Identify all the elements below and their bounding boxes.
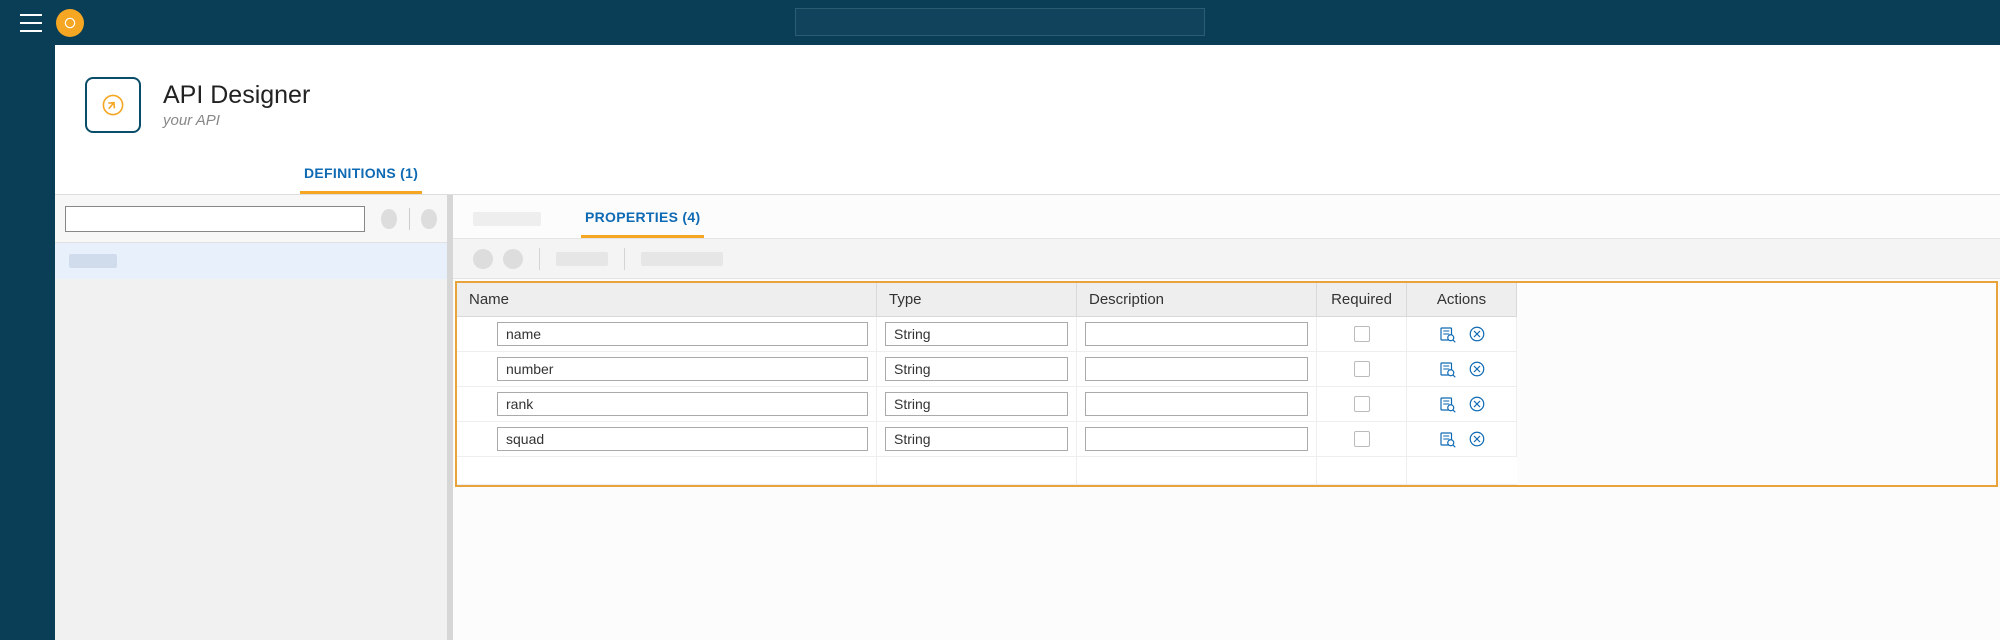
cell-name: [457, 422, 877, 457]
empty-cell: [1317, 457, 1407, 485]
property-name-input[interactable]: [497, 357, 868, 381]
cell-type: [877, 317, 1077, 352]
tab-definitions[interactable]: DEFINITIONS (1): [300, 155, 422, 194]
view-details-icon[interactable]: [1438, 430, 1456, 448]
cell-type: [877, 422, 1077, 457]
cell-description: [1077, 387, 1317, 422]
page-subtitle: your API: [163, 112, 310, 129]
page-title: API Designer: [163, 81, 310, 110]
divider: [624, 248, 625, 270]
divider: [539, 248, 540, 270]
required-checkbox[interactable]: [1354, 326, 1370, 342]
delete-icon[interactable]: [1468, 430, 1486, 448]
cell-type: [877, 387, 1077, 422]
cell-name: [457, 317, 877, 352]
property-description-input[interactable]: [1085, 322, 1308, 346]
definition-list-item[interactable]: [55, 243, 447, 279]
cell-type: [877, 352, 1077, 387]
property-name-input[interactable]: [497, 322, 868, 346]
view-details-icon[interactable]: [1438, 395, 1456, 413]
app-badge[interactable]: [56, 9, 84, 37]
cell-description: [1077, 317, 1317, 352]
top-bar: [0, 0, 2000, 45]
workspace: PROPERTIES (4) Name Type Description Req…: [55, 195, 2000, 640]
property-description-input[interactable]: [1085, 357, 1308, 381]
page-frame: API Designer your API DEFINITIONS (1) PR…: [55, 45, 2000, 640]
cell-required: [1317, 422, 1407, 457]
empty-cell: [877, 457, 1077, 485]
property-name-input[interactable]: [497, 392, 868, 416]
empty-cell: [1077, 457, 1317, 485]
properties-pane: PROPERTIES (4) Name Type Description Req…: [453, 195, 2000, 640]
delete-icon[interactable]: [1468, 360, 1486, 378]
prop-tool-placeholder-1[interactable]: [556, 252, 608, 266]
menu-icon[interactable]: [20, 14, 42, 32]
page-header: API Designer your API: [55, 45, 2000, 155]
delete-icon[interactable]: [1468, 395, 1486, 413]
property-type-input[interactable]: [885, 392, 1068, 416]
cell-actions: [1407, 317, 1517, 352]
divider: [409, 208, 410, 230]
definitions-toolbar: [55, 195, 447, 243]
required-checkbox[interactable]: [1354, 431, 1370, 447]
cell-required: [1317, 317, 1407, 352]
property-name-input[interactable]: [497, 427, 868, 451]
cell-actions: [1407, 387, 1517, 422]
global-search-input[interactable]: [795, 8, 1205, 36]
empty-cell: [1407, 457, 1517, 485]
badge-circle-icon: [63, 16, 77, 30]
tab-properties[interactable]: PROPERTIES (4): [581, 199, 704, 238]
view-details-icon[interactable]: [1438, 325, 1456, 343]
definitions-search-input[interactable]: [65, 206, 365, 232]
required-checkbox[interactable]: [1354, 361, 1370, 377]
col-header-name: Name: [457, 283, 877, 317]
toolbar-action-2[interactable]: [421, 209, 437, 229]
col-header-description: Description: [1077, 283, 1317, 317]
cell-description: [1077, 352, 1317, 387]
property-type-input[interactable]: [885, 322, 1068, 346]
definitions-pane: [55, 195, 453, 640]
cell-description: [1077, 422, 1317, 457]
main-tabbar: DEFINITIONS (1): [55, 155, 2000, 195]
cell-required: [1317, 352, 1407, 387]
property-type-input[interactable]: [885, 357, 1068, 381]
prop-tool-2[interactable]: [503, 249, 523, 269]
empty-cell: [457, 457, 877, 485]
prop-tool-placeholder-2[interactable]: [641, 252, 723, 266]
cell-actions: [1407, 422, 1517, 457]
property-description-input[interactable]: [1085, 427, 1308, 451]
prop-tool-1[interactable]: [473, 249, 493, 269]
cell-name: [457, 352, 877, 387]
delete-icon[interactable]: [1468, 325, 1486, 343]
properties-tabbar: PROPERTIES (4): [453, 195, 2000, 239]
col-header-actions: Actions: [1407, 283, 1517, 317]
cell-required: [1317, 387, 1407, 422]
toolbar-action-1[interactable]: [381, 209, 397, 229]
property-description-input[interactable]: [1085, 392, 1308, 416]
view-details-icon[interactable]: [1438, 360, 1456, 378]
col-header-type: Type: [877, 283, 1077, 317]
properties-toolbar: [453, 239, 2000, 279]
cell-name: [457, 387, 877, 422]
cell-actions: [1407, 352, 1517, 387]
tab-placeholder[interactable]: [473, 212, 541, 226]
api-icon: [85, 77, 141, 133]
properties-table: Name Type Description Required Actions: [455, 281, 1998, 487]
property-type-input[interactable]: [885, 427, 1068, 451]
definition-name-placeholder: [69, 254, 117, 268]
col-header-required: Required: [1317, 283, 1407, 317]
required-checkbox[interactable]: [1354, 396, 1370, 412]
